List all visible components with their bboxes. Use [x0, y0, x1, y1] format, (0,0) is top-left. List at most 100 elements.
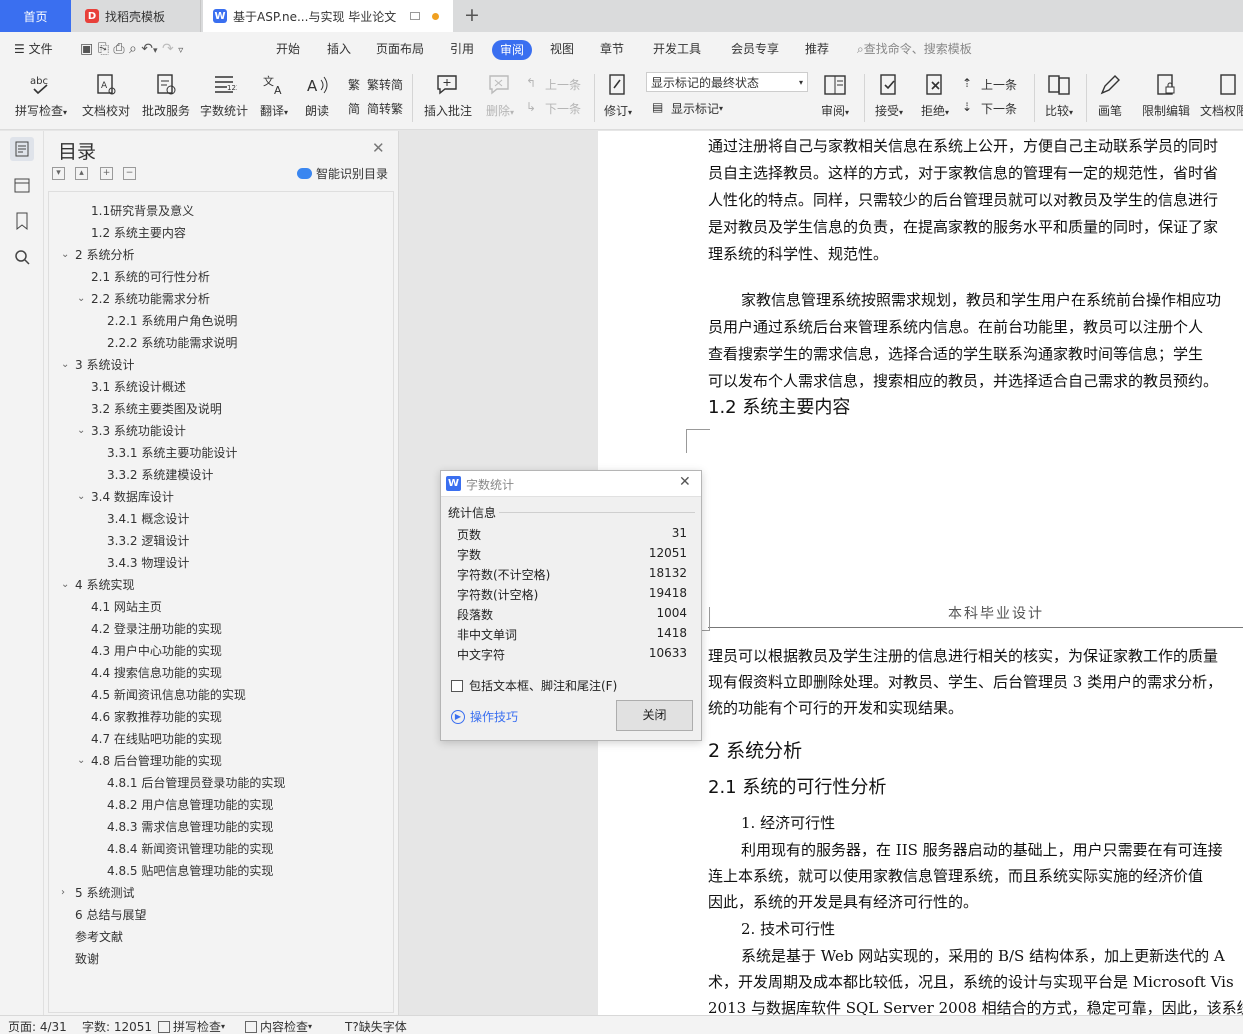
tab-document[interactable]: W 基于ASP.ne...与实现 毕业论文 [203, 0, 453, 32]
tab-home[interactable]: 首页 [0, 0, 71, 32]
toc-item[interactable]: 参考文献 [75, 926, 123, 948]
toc-item[interactable]: 3.4.1 概念设计 [107, 508, 189, 530]
compare-button[interactable]: 比较▾ [1040, 72, 1078, 124]
prev-comment-button[interactable]: ↰ 上一条 [526, 74, 581, 94]
menu-insert[interactable]: 插入 [327, 32, 351, 66]
prev-change-button[interactable]: ⇡ 上一条 [962, 74, 1017, 94]
toc-item[interactable]: 3.2 系统主要类图及说明 [91, 398, 222, 420]
toc-item[interactable]: 1.2 系统主要内容 [91, 222, 186, 244]
restrict-edit-button[interactable]: 限制编辑 [1138, 72, 1194, 124]
toc-item[interactable]: 4.8.2 用户信息管理功能的实现 [107, 794, 273, 816]
tab-template[interactable]: D 找稻壳模板 [71, 0, 201, 32]
file-menu[interactable]: ☰ 文件 [14, 32, 53, 66]
collapse-all-icon[interactable]: ▾ [52, 167, 65, 180]
to-traditional-button[interactable]: 繁繁转简 [348, 74, 403, 94]
chevron-down-icon[interactable]: ⌄ [61, 244, 69, 266]
toc-item[interactable]: 3.4.3 物理设计 [107, 552, 189, 574]
toc-item[interactable]: 4.5 新闻资讯信息功能的实现 [91, 684, 246, 706]
toc-item[interactable]: ⌄ 3.4 数据库设计 [77, 486, 174, 508]
markup-mode-select[interactable]: 显示标记的最终状态 ▾ [646, 72, 808, 92]
menu-recommend[interactable]: 推荐 [805, 32, 829, 66]
tips-link[interactable]: ▶ 操作技巧 [451, 708, 518, 725]
smart-toc-button[interactable]: 智能识别目录 [297, 165, 388, 182]
spellcheck-button[interactable]: abc 拼写检查▾ [10, 72, 72, 124]
word-count-button[interactable]: 123 字数统计 [198, 72, 250, 124]
menu-member[interactable]: 会员专享 [731, 32, 779, 66]
new-tab-button[interactable]: + [460, 4, 484, 28]
toc-item[interactable]: ⌄ 3.3 系统功能设计 [77, 420, 186, 442]
status-spellcheck[interactable]: 拼写检查 ▾ [158, 1018, 225, 1034]
toc-item[interactable]: ⌄ 3 系统设计 [61, 354, 134, 376]
export-pdf-icon[interactable]: ⎘ [98, 41, 109, 57]
toc-item[interactable]: 4.6 家教推荐功能的实现 [91, 706, 222, 728]
menu-start[interactable]: 开始 [276, 32, 300, 66]
toc-item[interactable]: 4.1 网站主页 [91, 596, 162, 618]
next-change-button[interactable]: ⇣ 下一条 [962, 98, 1017, 118]
close-icon[interactable]: ✕ [679, 474, 691, 490]
chapter-nav-icon[interactable] [10, 173, 34, 197]
remove-heading-icon[interactable]: − [123, 167, 136, 180]
toc-item[interactable]: ⌄ 2.2 系统功能需求分析 [77, 288, 210, 310]
command-search[interactable]: ⌕查找命令、搜索模板 [857, 32, 972, 66]
chevron-down-icon[interactable]: ⌄ [61, 574, 69, 596]
toc-item[interactable]: ⌄ 4 系统实现 [61, 574, 134, 596]
status-content-check[interactable]: 内容检查 ▾ [245, 1018, 312, 1034]
status-page[interactable]: 页面: 4/31 [8, 1018, 67, 1034]
save-icon[interactable]: ▣ [80, 41, 93, 57]
chevron-down-icon[interactable]: ⌄ [77, 486, 85, 508]
toc-item[interactable]: 2.1 系统的可行性分析 [91, 266, 210, 288]
toc-item[interactable]: 3.3.2 系统建模设计 [107, 464, 213, 486]
toc-item[interactable]: › 5 系统测试 [61, 882, 134, 904]
chevron-down-icon[interactable]: ⌄ [77, 288, 85, 310]
chevron-down-icon[interactable]: ⌄ [77, 420, 85, 442]
to-simplified-button[interactable]: 简简转繁 [348, 98, 403, 118]
bookmark-icon[interactable] [10, 209, 34, 233]
toc-item[interactable]: 3.3.2 逻辑设计 [107, 530, 189, 552]
doc-permission-button[interactable]: 文档权限 [1200, 72, 1243, 124]
chevron-down-icon[interactable]: ⌄ [77, 750, 85, 772]
redo-icon[interactable]: ↷ [162, 41, 174, 57]
toc-item[interactable]: 6 总结与展望 [75, 904, 146, 926]
menu-chapter[interactable]: 章节 [600, 32, 624, 66]
print-icon[interactable]: ⎙ [113, 41, 124, 57]
reject-button[interactable]: 拒绝▾ [916, 72, 954, 124]
read-aloud-button[interactable]: A 朗读 [300, 72, 334, 124]
toc-item[interactable]: 2.2.2 系统功能需求说明 [107, 332, 237, 354]
menu-developer[interactable]: 开发工具 [653, 32, 701, 66]
toc-item[interactable]: 4.3 用户中心功能的实现 [91, 640, 222, 662]
toc-item[interactable]: 2.2.1 系统用户角色说明 [107, 310, 237, 332]
toc-item[interactable]: ⌄ 2 系统分析 [61, 244, 134, 266]
search-icon[interactable] [10, 245, 34, 269]
print-preview-icon[interactable]: ⌕ [129, 41, 137, 57]
accept-button[interactable]: 接受▾ [870, 72, 908, 124]
toc-item[interactable]: 3.1 系统设计概述 [91, 376, 186, 398]
toc-item[interactable]: 4.8.5 贴吧信息管理功能的实现 [107, 860, 273, 882]
expand-all-icon[interactable]: ▴ [75, 167, 88, 180]
menu-review[interactable]: 审阅 [492, 40, 533, 60]
toc-item[interactable]: 致谢 [75, 948, 99, 970]
toc-item[interactable]: ⌄ 4.8 后台管理功能的实现 [77, 750, 222, 772]
show-markup-button[interactable]: ▤ 显示标记 ▾ [652, 98, 723, 118]
toc-item[interactable]: 4.2 登录注册功能的实现 [91, 618, 222, 640]
menu-references[interactable]: 引用 [450, 32, 474, 66]
add-heading-icon[interactable]: + [100, 167, 113, 180]
toc-item[interactable]: 3.3.1 系统主要功能设计 [107, 442, 237, 464]
toc-item[interactable]: 4.8.4 新闻资讯管理功能的实现 [107, 838, 273, 860]
close-button[interactable]: 关闭 [616, 700, 693, 731]
chevron-right-icon[interactable]: › [61, 882, 65, 904]
insert-comment-button[interactable]: 插入批注 [422, 72, 474, 124]
toc-item[interactable]: 4.8.1 后台管理员登录功能的实现 [107, 772, 285, 794]
delete-comment-button[interactable]: 删除▾ [482, 72, 518, 124]
track-changes-button[interactable]: 修订▾ [600, 72, 636, 124]
undo-icon[interactable]: ↶ [141, 41, 153, 57]
close-icon[interactable]: ✕ [372, 139, 385, 157]
review-pane-button[interactable]: 审阅▾ [816, 72, 854, 124]
toc-item[interactable]: 4.4 搜索信息功能的实现 [91, 662, 222, 684]
toc-nav-icon[interactable] [10, 137, 34, 161]
dialog-titlebar[interactable]: W 字数统计 ✕ [441, 471, 701, 497]
proofread-button[interactable]: A 文档校对 [80, 72, 132, 124]
translate-button[interactable]: 文A 翻译▾ [256, 72, 292, 124]
menu-layout[interactable]: 页面布局 [376, 32, 424, 66]
status-missing-font[interactable]: T? 缺失字体 [345, 1018, 407, 1034]
toc-item[interactable]: 4.8.3 需求信息管理功能的实现 [107, 816, 273, 838]
